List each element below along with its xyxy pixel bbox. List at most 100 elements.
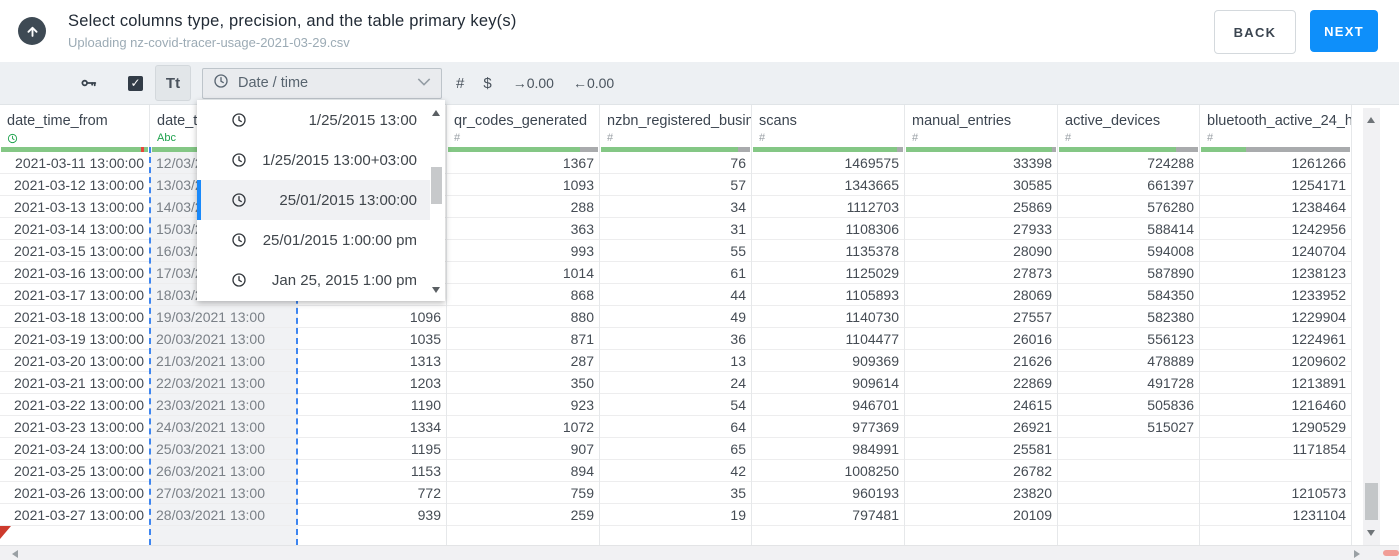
horizontal-scrollbar[interactable] <box>0 545 1399 560</box>
column-header[interactable]: bluetooth_active_24_hr_ # <box>1200 105 1351 147</box>
datetime-format-option[interactable]: Jan 25, 2015 1:00 pm <box>197 260 430 300</box>
quality-bar-segment <box>1051 147 1056 152</box>
grid-cell: 21626 <box>905 350 1057 372</box>
grid-column-qr_codes_generated[interactable]: qr_codes_generated #1367 1093 288 363 993 1014… <box>447 105 600 545</box>
grid-column-active_devices[interactable]: active_devices #724288 661397 576280 588414 5… <box>1058 105 1200 545</box>
grid-cell: 26921 <box>905 416 1057 438</box>
grid-cell: 1242956 <box>1200 218 1351 240</box>
clock-icon <box>231 192 247 208</box>
grid-column-nzbn_registered_busine[interactable]: nzbn_registered_busine #76 57 34 31 55 61 44 49 3… <box>600 105 752 545</box>
grid-column-scans[interactable]: scans #1469575 1343665 1112703 1108306 113537… <box>752 105 905 545</box>
grid-cell: 27557 <box>905 306 1057 328</box>
dropdown-scrollbar-thumb[interactable] <box>431 167 442 205</box>
scroll-left-arrow-icon[interactable] <box>12 550 18 558</box>
grid-cell: 23/03/2021 13:00 <box>151 394 296 416</box>
column-type-select[interactable]: Date / time <box>202 67 442 99</box>
grid-cell: 287 <box>447 350 599 372</box>
datetime-format-option[interactable]: 25/01/2015 13:00:00 <box>197 180 430 220</box>
column-header[interactable]: qr_codes_generated # <box>447 105 599 147</box>
precision-decrease-button[interactable]: ←0.00 <box>573 75 614 91</box>
grid-column-date_time_from[interactable]: date_time_from 2021-03-11 13:00:00 2021-03… <box>0 105 150 545</box>
number-type-icon: # <box>912 132 919 144</box>
grid-cell: 1125029 <box>752 262 904 284</box>
grid-cell: 28/03/2021 13:00 <box>151 504 296 526</box>
datetime-format-option[interactable]: 1/25/2015 13:00 <box>197 100 430 140</box>
next-button[interactable]: NEXT <box>1310 10 1378 52</box>
grid-cell: 1367 <box>447 152 599 174</box>
grid-cell: 26782 <box>905 460 1057 482</box>
column-header[interactable]: active_devices # <box>1058 105 1199 147</box>
grid-cell: 587890 <box>1058 262 1199 284</box>
primary-key-icon[interactable] <box>80 74 98 92</box>
grid-cell: 1105893 <box>752 284 904 306</box>
grid-cell: 1229904 <box>1200 306 1351 328</box>
grid-cell: 259 <box>447 504 599 526</box>
datetime-format-label: 1/25/2015 13:00 <box>308 111 417 129</box>
grid-cell: 54 <box>600 394 751 416</box>
grid-cell: 24 <box>600 372 751 394</box>
dropdown-scroll-up-icon[interactable] <box>432 110 440 116</box>
grid-cell: 2021-03-22 13:00:00 <box>0 394 149 416</box>
grid-column-bluetooth_active_24_hr_[interactable]: bluetooth_active_24_hr_ #1261266 1254171 12… <box>1200 105 1352 545</box>
grid-cell: 1469575 <box>752 152 904 174</box>
column-name: date_time_from <box>7 113 108 129</box>
datetime-format-label: 25/01/2015 1:00:00 pm <box>262 231 417 249</box>
grid-cell: 1195 <box>298 438 446 460</box>
vertical-scrollbar-thumb[interactable] <box>1365 483 1378 520</box>
grid-cell: 505836 <box>1058 394 1199 416</box>
grid-cell: 1238123 <box>1200 262 1351 284</box>
datetime-format-option[interactable]: 1/25/2015 13:00+03:00 <box>197 140 430 180</box>
grid-cell: 772 <box>298 482 446 504</box>
datetime-format-option[interactable]: 25/01/2015 1:00:00 pm <box>197 220 430 260</box>
datetime-type-icon <box>7 133 149 146</box>
column-header[interactable]: nzbn_registered_busine # <box>600 105 751 147</box>
grid-cell: 1224961 <box>1200 328 1351 350</box>
grid-cell: 1231104 <box>1200 504 1351 526</box>
scroll-down-arrow-icon[interactable] <box>1367 530 1375 536</box>
grid-cell: 2021-03-23 13:00:00 <box>0 416 149 438</box>
dropdown-scroll-down-icon[interactable] <box>432 287 440 293</box>
grid-cell: 1210573 <box>1200 482 1351 504</box>
precision-increase-button[interactable]: →0.00 <box>513 75 554 91</box>
column-header[interactable]: manual_entries # <box>905 105 1057 147</box>
grid-cell: 1140730 <box>752 306 904 328</box>
grid-cell: 2021-03-17 13:00:00 <box>0 284 149 306</box>
grid-cell: 2021-03-14 13:00:00 <box>0 218 149 240</box>
grid-cell: 288 <box>447 196 599 218</box>
grid-cell: 1190 <box>298 394 446 416</box>
grid-cell: 55 <box>600 240 751 262</box>
grid-cell: 909614 <box>752 372 904 394</box>
grid-cell: 759 <box>447 482 599 504</box>
number-type-button[interactable]: # <box>456 75 464 92</box>
vertical-scrollbar[interactable] <box>1363 108 1380 545</box>
grid-cell: 2021-03-20 13:00:00 <box>0 350 149 372</box>
grid-cell: 1240704 <box>1200 240 1351 262</box>
quality-bar-segment <box>1201 147 1246 152</box>
grid-cell: 907 <box>447 438 599 460</box>
back-button[interactable]: BACK <box>1214 10 1296 54</box>
grid-cell: 2021-03-26 13:00:00 <box>0 482 149 504</box>
dropdown-scrollbar[interactable] <box>430 102 444 299</box>
grid-cell: 1313 <box>298 350 446 372</box>
grid-cell: 1112703 <box>752 196 904 218</box>
grid-cell: 1261266 <box>1200 152 1351 174</box>
grid-cell: 594008 <box>1058 240 1199 262</box>
grid-cell: 27933 <box>905 218 1057 240</box>
currency-type-button[interactable]: $ <box>483 75 491 92</box>
scroll-right-arrow-icon[interactable] <box>1354 550 1360 558</box>
horizontal-scrollbar-thumb[interactable] <box>1383 550 1399 556</box>
scroll-up-arrow-icon[interactable] <box>1367 117 1375 123</box>
grid-cell: 20109 <box>905 504 1057 526</box>
grid-cell: 34 <box>600 196 751 218</box>
grid-column-manual_entries[interactable]: manual_entries #33398 30585 25869 27933 28090… <box>905 105 1058 545</box>
upload-filename: Uploading nz-covid-tracer-usage-2021-03-… <box>68 35 350 50</box>
text-type-button[interactable]: Tt <box>155 65 191 101</box>
grid-cell: 35 <box>600 482 751 504</box>
grid-cell: 1290529 <box>1200 416 1351 438</box>
include-column-checkbox[interactable]: ✓ <box>128 75 143 91</box>
column-header[interactable]: scans # <box>752 105 904 147</box>
grid-cell: 27873 <box>905 262 1057 284</box>
column-header[interactable]: date_time_from <box>0 105 149 147</box>
column-name: active_devices <box>1065 113 1161 129</box>
grid-cell: 977369 <box>752 416 904 438</box>
